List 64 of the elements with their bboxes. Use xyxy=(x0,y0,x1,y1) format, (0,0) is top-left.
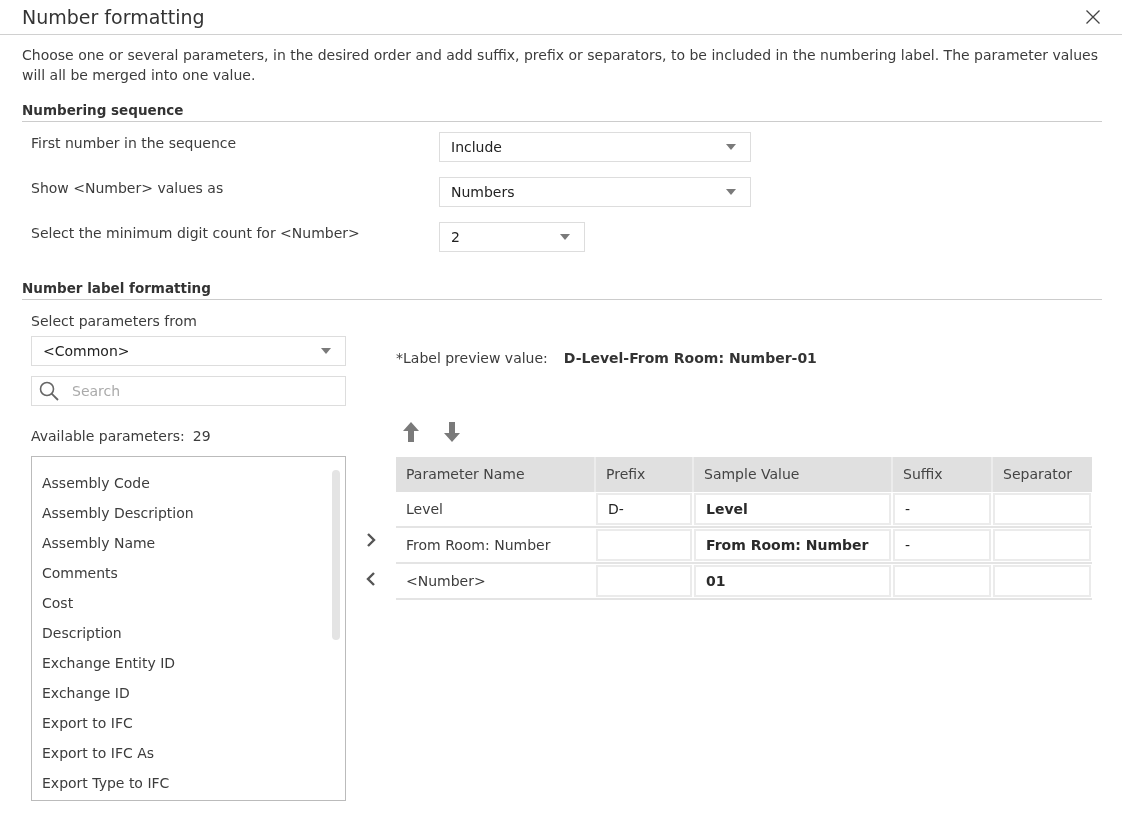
arrow-down-icon xyxy=(444,422,460,442)
scrollbar-thumb[interactable] xyxy=(332,470,340,640)
parameter-name-cell: Level xyxy=(396,492,595,527)
caret-icon xyxy=(726,144,736,150)
parameter-item[interactable]: Assembly Code xyxy=(32,468,332,498)
parameter-item[interactable]: Assembly Description xyxy=(32,498,332,528)
parameter-item[interactable]: Assembly Name xyxy=(32,528,332,558)
text-field[interactable] xyxy=(993,565,1091,597)
caret-icon xyxy=(726,189,736,195)
text-field[interactable] xyxy=(893,565,991,597)
parameter-item[interactable]: Export to IFC As xyxy=(32,738,332,768)
setting-dropdown[interactable]: 2 xyxy=(439,222,585,252)
caret-icon xyxy=(321,348,331,354)
setting-label: First number in the sequence xyxy=(31,134,238,153)
section-heading: Number label formatting xyxy=(22,279,1102,300)
chevron-left-icon xyxy=(366,571,376,587)
remove-button[interactable] xyxy=(366,571,376,587)
chevron-right-icon xyxy=(366,532,376,548)
column-header: Suffix xyxy=(892,457,992,492)
parameter-item[interactable]: Export to IFC xyxy=(32,708,332,738)
source-label: Select parameters from xyxy=(31,312,198,330)
column-header: Sample Value xyxy=(693,457,892,492)
parameter-name-cell: From Room: Number xyxy=(396,527,595,563)
setting-label: Select the minimum digit count for <Number> xyxy=(31,224,361,243)
parameter-item[interactable]: Exchange Entity ID xyxy=(32,648,332,678)
search-field[interactable]: Search xyxy=(31,376,346,406)
text-field[interactable] xyxy=(993,493,1091,525)
text-field[interactable]: - xyxy=(893,493,991,525)
preview-label: *Label preview value: xyxy=(396,349,548,367)
parameter-count: 29 xyxy=(192,427,211,445)
text-field[interactable]: D- xyxy=(596,493,692,525)
setting-label: Show <Number> values as xyxy=(31,179,225,198)
dialog-title: Number formatting xyxy=(22,5,205,29)
text-field[interactable] xyxy=(596,565,692,597)
sample-value-field[interactable]: From Room: Number xyxy=(694,529,891,561)
close-button[interactable] xyxy=(1086,10,1100,24)
move-down-button[interactable] xyxy=(444,422,460,442)
column-header: Parameter Name xyxy=(396,457,595,492)
sample-value-field[interactable]: Level xyxy=(694,493,891,525)
parameter-name-cell: <Number> xyxy=(396,563,595,599)
text-field[interactable] xyxy=(993,529,1091,561)
setting-dropdown[interactable]: Numbers xyxy=(439,177,751,207)
parameter-item[interactable]: Export Type to IFC xyxy=(32,768,332,798)
source-dropdown[interactable]: <Common> xyxy=(31,336,346,366)
section-heading: Numbering sequence xyxy=(22,101,1102,122)
add-button[interactable] xyxy=(366,532,376,548)
sample-value-field[interactable]: 01 xyxy=(694,565,891,597)
text-field[interactable]: - xyxy=(893,529,991,561)
parameter-item[interactable]: Exchange ID xyxy=(32,678,332,708)
setting-dropdown[interactable]: Include xyxy=(439,132,751,162)
arrow-up-icon xyxy=(403,422,419,442)
column-header: Separator xyxy=(992,457,1092,492)
close-icon xyxy=(1086,10,1100,24)
search-icon xyxy=(39,381,59,401)
move-up-button[interactable] xyxy=(403,422,419,442)
parameter-item[interactable]: Description xyxy=(32,618,332,648)
parameter-item[interactable]: Cost xyxy=(32,588,332,618)
available-label: Available parameters: xyxy=(31,427,185,445)
text-field[interactable] xyxy=(596,529,692,561)
parameter-item[interactable]: Comments xyxy=(32,558,332,588)
column-header: Prefix xyxy=(595,457,693,492)
intro-text: Choose one or several parameters, in the desired order and add suffix, prefix or separators, to be included in the numbering label. The parameter values will all be merged into one value. xyxy=(22,46,1099,85)
preview-value: D-Level-From Room: Number-01 xyxy=(563,349,817,367)
caret-icon xyxy=(560,234,570,240)
